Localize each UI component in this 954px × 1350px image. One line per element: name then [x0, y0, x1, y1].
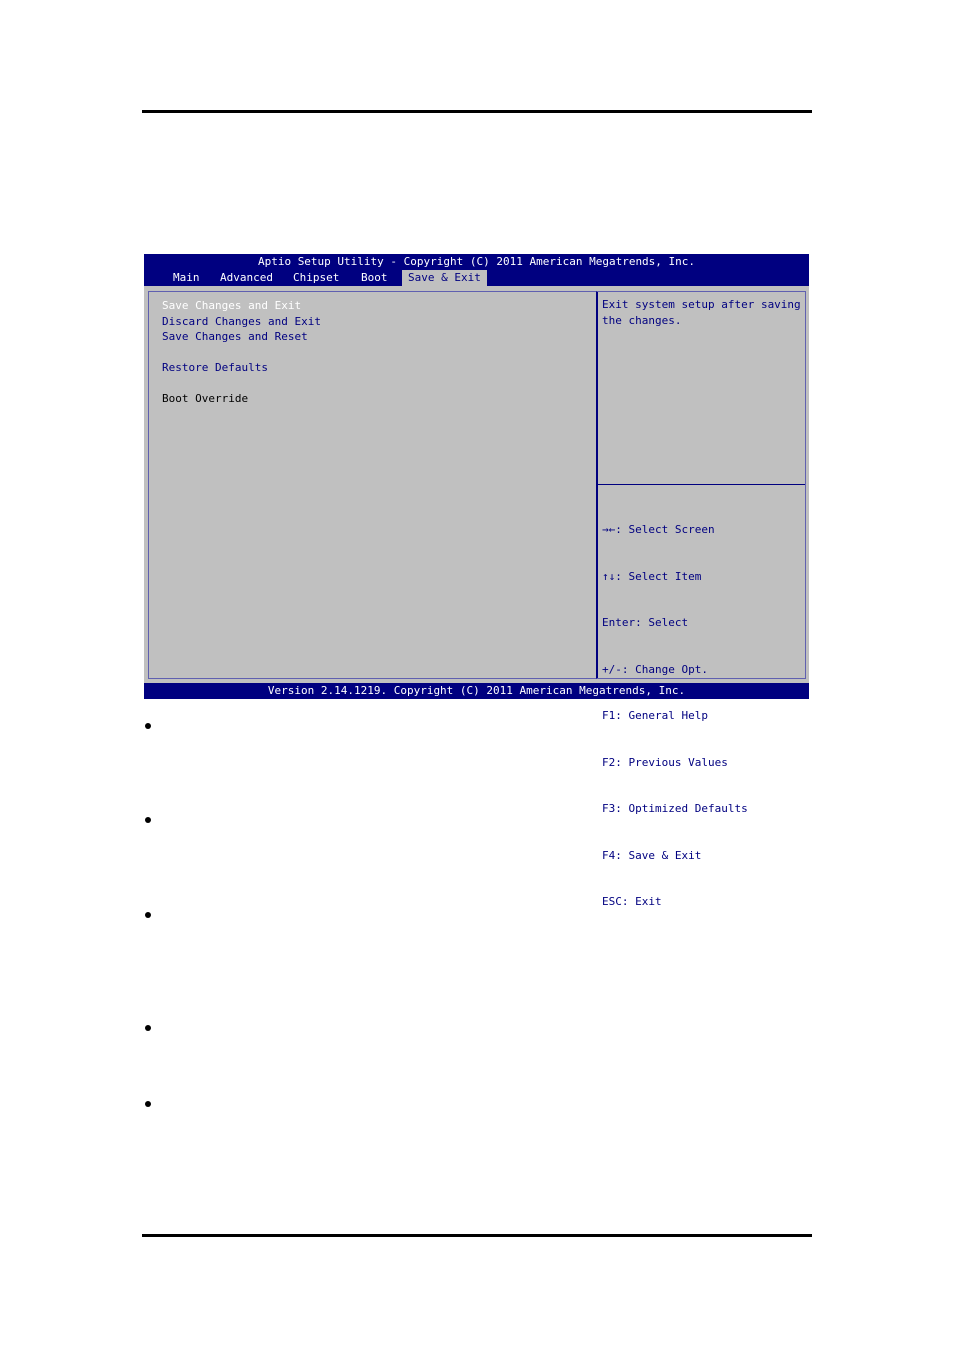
tab-boot[interactable]: Boot	[355, 270, 394, 286]
header-rule	[142, 110, 812, 113]
help-pane: Exit system setup after saving the chang…	[596, 291, 806, 908]
tab-bar: Main Advanced Chipset Boot Save & Exit	[144, 270, 809, 286]
section-label-boot-override: Boot Override	[162, 392, 249, 405]
bios-title: Aptio Setup Utility - Copyright (C) 2011…	[144, 254, 809, 270]
tab-save-exit[interactable]: Save & Exit	[402, 270, 487, 286]
menu-item-restore-defaults[interactable]: Restore Defaults	[162, 360, 268, 375]
key-select-screen: →←: Select Screen	[602, 523, 715, 536]
menu-item-save-changes-reset[interactable]: Save Changes and Reset	[162, 329, 308, 344]
bullet-icon	[145, 1025, 151, 1031]
tab-chipset[interactable]: Chipset	[287, 270, 345, 286]
bullet-icon	[145, 912, 151, 918]
bullet-icon	[145, 817, 151, 823]
help-text: Exit system setup after saving the chang…	[602, 298, 801, 327]
menu-item-save-changes-exit[interactable]: Save Changes and Exit	[162, 298, 301, 313]
key-enter: Enter: Select	[602, 616, 689, 629]
key-f3: F3: Optimized Defaults	[602, 802, 748, 815]
footer-rule	[142, 1234, 812, 1237]
help-divider	[597, 484, 805, 485]
menu-pane: Save Changes and Exit Discard Changes an…	[148, 291, 598, 679]
key-f4: F4: Save & Exit	[602, 848, 702, 862]
tab-main[interactable]: Main	[167, 270, 206, 286]
key-select-item: ↑↓: Select Item	[602, 569, 702, 583]
bios-footer: Version 2.14.1219. Copyright (C) 2011 Am…	[144, 683, 809, 699]
key-f1: F1: General Help	[602, 709, 708, 722]
key-change-opt: +/-: Change Opt.	[602, 662, 708, 676]
key-f2: F2: Previous Values	[602, 755, 728, 769]
bios-screenshot: Aptio Setup Utility - Copyright (C) 2011…	[144, 254, 809, 908]
key-legend: →←: Select Screen ↑↓: Select Item Enter:…	[602, 491, 748, 941]
tab-advanced[interactable]: Advanced	[214, 270, 279, 286]
menu-item-discard-changes-exit[interactable]: Discard Changes and Exit	[162, 314, 321, 329]
bullet-icon	[145, 723, 151, 729]
bullet-icon	[145, 1101, 151, 1107]
key-esc: ESC: Exit	[602, 895, 662, 908]
